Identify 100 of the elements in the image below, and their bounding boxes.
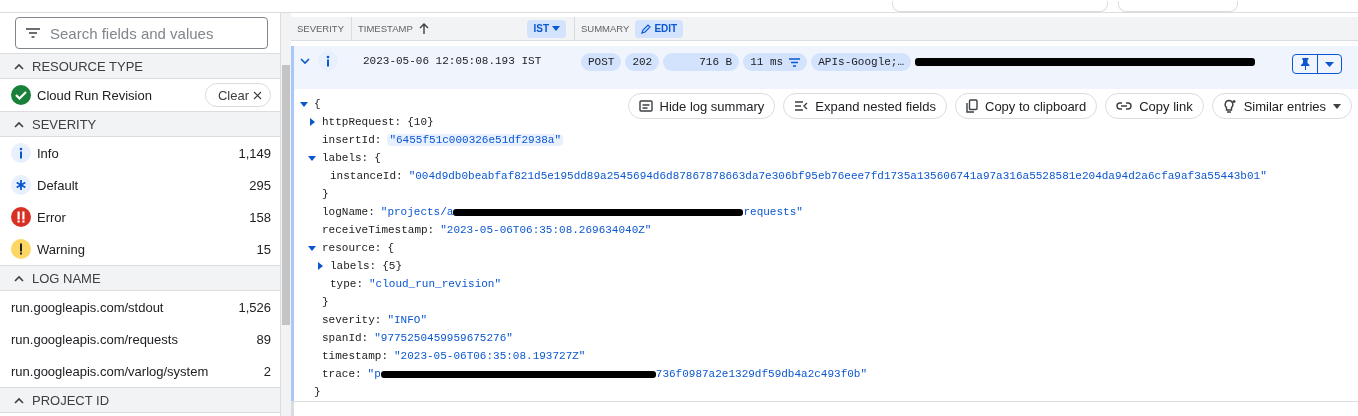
section-header[interactable]: LOG NAME — [0, 265, 280, 291]
field-value: 736f0987a2e1329df59db4a2c493f0b" — [655, 368, 868, 381]
field-key: timestamp: — [322, 350, 388, 363]
search-field[interactable]: Search fields and values — [15, 17, 268, 49]
check-icon[interactable] — [11, 85, 31, 105]
section-header[interactable]: PROJECT ID — [0, 387, 280, 413]
field-value: "INFO" — [387, 314, 428, 327]
arrow-up-icon[interactable] — [418, 23, 429, 35]
brace: { — [387, 242, 395, 255]
collapse-icon[interactable] — [300, 100, 308, 109]
filter-label: run.googleapis.com/stdout — [11, 299, 165, 315]
close-icon — [253, 90, 262, 100]
brace: { — [314, 98, 321, 111]
filter-label: run.googleapis.com/requests — [11, 331, 179, 347]
filter-count: 1,526 — [238, 299, 271, 315]
warning-icon — [11, 239, 31, 259]
column-header[interactable]: SEVERITY — [297, 23, 344, 35]
section-header[interactable]: RESOURCE TYPE — [0, 53, 280, 79]
filter-icon — [26, 28, 40, 38]
expand-icon[interactable] — [308, 118, 316, 127]
filter-count: 295 — [249, 177, 271, 193]
field-key: resource: — [322, 242, 382, 255]
brace: } — [322, 296, 329, 309]
section-title: LOG NAME — [32, 270, 101, 286]
brace: { — [374, 152, 381, 165]
column-header[interactable]: TIMESTAMP — [358, 23, 413, 35]
timezone-dropdown[interactable]: IST — [527, 19, 566, 38]
filter-label: Warning — [37, 241, 86, 257]
filter-item[interactable]: Info 1,149 — [0, 137, 280, 169]
filter-count: 2 — [263, 363, 271, 379]
section-header[interactable]: SEVERITY — [0, 111, 280, 137]
action-button[interactable]: Similar entries — [1211, 93, 1352, 120]
waterfall-icon — [789, 57, 801, 67]
field-key: insertId: — [322, 134, 382, 147]
clear-button[interactable]: Clear — [204, 83, 271, 107]
link-icon — [1116, 101, 1133, 112]
filter-label: Error — [37, 209, 67, 225]
filter-item[interactable]: Default 295 — [0, 169, 280, 201]
field-value: "projects/a — [380, 206, 454, 219]
field-key: instanceId: — [330, 170, 403, 183]
collapse-icon[interactable] — [308, 244, 316, 253]
field-summary[interactable]: {10} — [407, 116, 434, 129]
field-key: trace: — [322, 368, 362, 381]
filter-item[interactable]: run.googleapis.com/requests 89 — [0, 323, 280, 355]
asterisk-icon — [11, 175, 31, 195]
copy-icon — [966, 99, 978, 114]
field-key: spanId: — [322, 332, 369, 345]
field-value: "2023-05-06T06:35:08.193727Z" — [394, 350, 586, 363]
filter-item[interactable]: run.googleapis.com/varlog/system 2 — [0, 355, 280, 387]
filter-label: run.googleapis.com/varlog/system — [11, 363, 210, 379]
field-summary[interactable]: {5} — [382, 260, 403, 273]
pin-button-group[interactable] — [1292, 54, 1342, 75]
summary-chip[interactable]: APIs-Google;… — [811, 53, 912, 72]
summary-icon — [638, 100, 653, 113]
brace: } — [322, 188, 329, 201]
field-value: requests" — [743, 206, 803, 219]
input-field[interactable] — [1118, 1, 1238, 12]
field-key: severity: — [322, 314, 382, 327]
field-value: "cloud_run_revision" — [369, 278, 502, 291]
edit-button[interactable]: EDIT — [635, 19, 684, 38]
filter-label: Info — [37, 145, 60, 161]
filter-count: 1,149 — [238, 145, 271, 161]
filter-item[interactable]: Warning 15 — [0, 233, 280, 265]
action-button[interactable]: Hide log summary — [627, 93, 776, 120]
action-button[interactable]: Expand nested fields — [783, 93, 947, 120]
caret-icon — [1333, 103, 1341, 109]
filter-item[interactable]: Cloud Run Revision Clear — [0, 79, 280, 111]
field-value: "p — [367, 368, 381, 381]
input-field[interactable] — [892, 1, 1108, 12]
info-icon — [318, 51, 338, 72]
caret-icon — [1325, 61, 1334, 67]
chevron-icon[interactable] — [300, 56, 310, 67]
filter-label: Cloud Run Revision — [37, 87, 153, 103]
summary-chip[interactable]: 716 B — [663, 53, 740, 72]
field-key: httpRequest: — [322, 116, 402, 129]
expand-icon[interactable] — [316, 262, 324, 271]
filter-count: 158 — [249, 209, 271, 225]
summary-chip[interactable]: 202 — [625, 53, 660, 72]
field-value: "2023-05-06T06:35:08.269634040Z" — [440, 224, 652, 237]
action-button[interactable]: Copy to clipboard — [955, 93, 1098, 120]
summary-chip[interactable]: 11 ms — [743, 53, 808, 72]
log-row[interactable]: 2023-05-06 12:05:08.193 IST POST 202 716 B 11 ms APIs-Google;… — [291, 46, 1358, 90]
section-title: PROJECT ID — [32, 392, 110, 408]
brace: } — [314, 386, 321, 399]
filter-count: 15 — [256, 241, 271, 257]
section-title: RESOURCE TYPE — [32, 58, 143, 74]
action-button[interactable]: Copy link — [1105, 93, 1204, 120]
timestamp: 2023-05-06 12:05:08.193 IST — [363, 55, 542, 68]
section-title: SEVERITY — [32, 116, 97, 132]
filter-item[interactable]: Error 158 — [0, 201, 280, 233]
collapse-icon[interactable] — [308, 154, 316, 163]
list-icon — [794, 100, 809, 113]
caret-icon — [552, 26, 560, 32]
filter-item[interactable]: run.googleapis.com/stdout 1,526 — [0, 291, 280, 323]
pencil-icon — [641, 23, 652, 34]
scrollbar-thumb[interactable] — [282, 65, 290, 325]
error-icon — [11, 207, 31, 227]
column-header[interactable]: SUMMARY — [581, 23, 630, 35]
summary-chip[interactable]: POST — [581, 53, 622, 72]
field-key: labels: — [330, 260, 377, 273]
